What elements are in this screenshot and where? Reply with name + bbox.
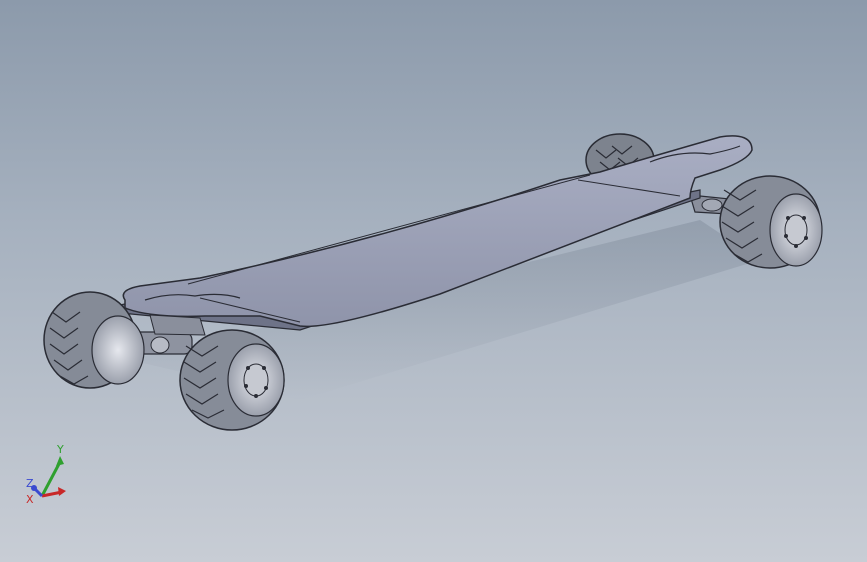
wheel-rear-left[interactable]: [719, 175, 823, 269]
skateboard-model[interactable]: [0, 0, 867, 562]
y-axis-label: Y: [56, 443, 64, 456]
graphics-viewport[interactable]: Y Z X: [0, 0, 867, 562]
wheel-front-right[interactable]: [179, 329, 285, 431]
z-axis-label: Z: [26, 477, 34, 490]
view-orientation-triad[interactable]: Y Z X: [20, 440, 80, 510]
x-axis-label: X: [26, 493, 34, 506]
